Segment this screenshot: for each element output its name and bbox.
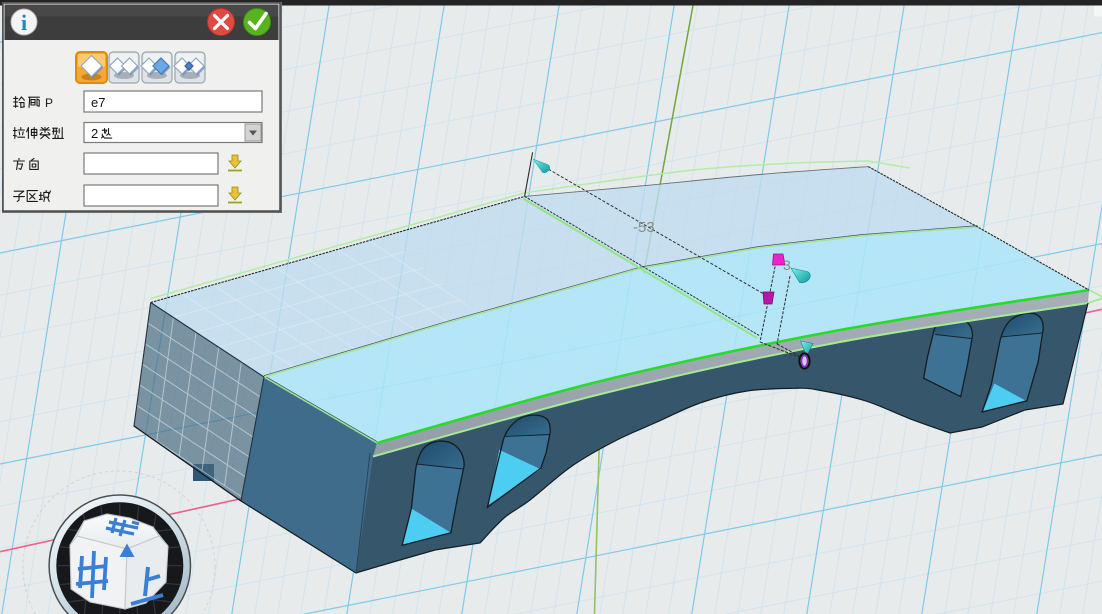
svg-text:i: i (21, 10, 27, 35)
svg-text:2: 2 (91, 126, 98, 141)
svg-text:e7: e7 (91, 95, 105, 110)
svg-text:3: 3 (783, 257, 791, 273)
svg-text:P: P (45, 96, 53, 110)
svg-text:-53: -53 (633, 219, 655, 236)
